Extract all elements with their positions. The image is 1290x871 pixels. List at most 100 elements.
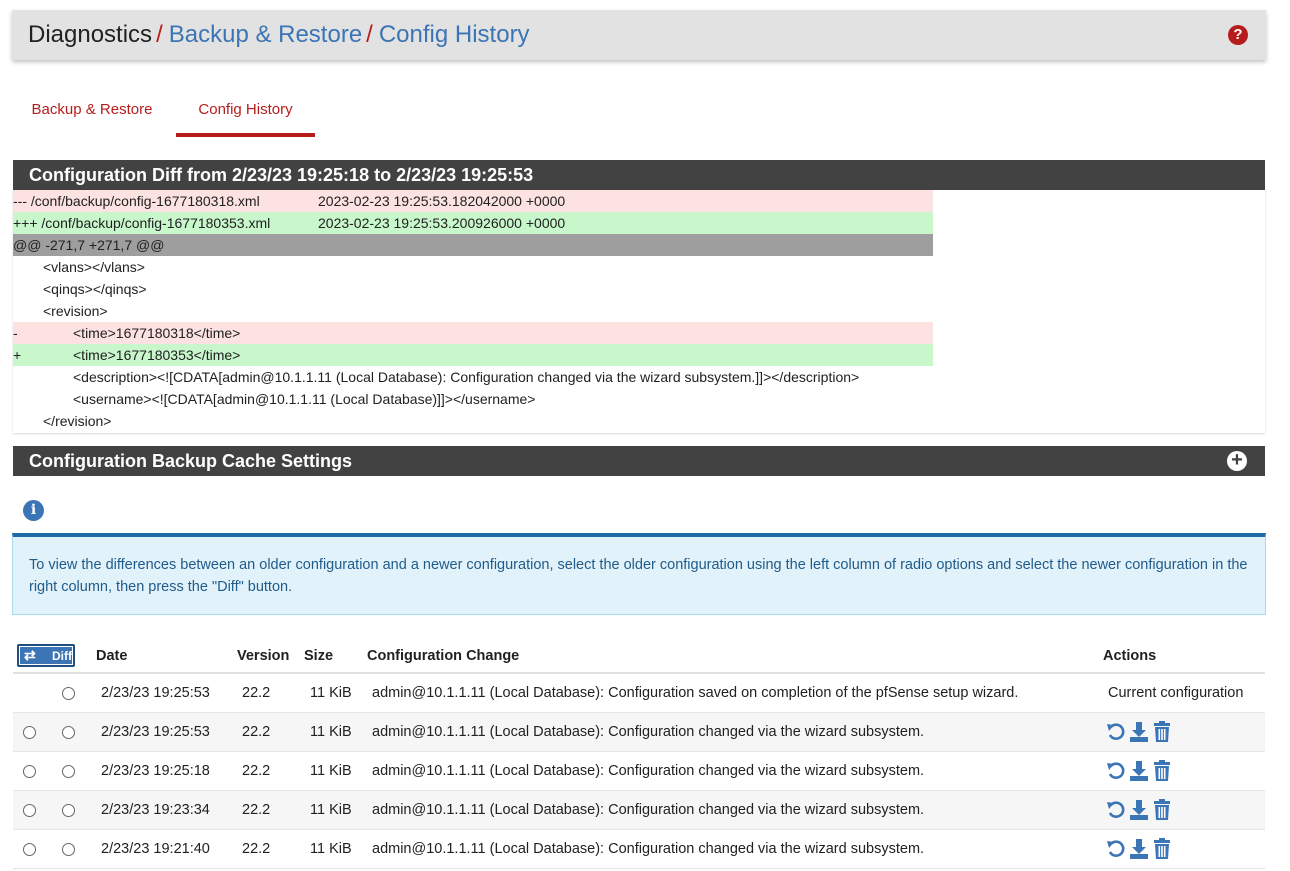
newer-radio[interactable] — [62, 843, 75, 856]
restore-icon[interactable] — [1106, 760, 1126, 782]
older-radio[interactable] — [23, 804, 36, 817]
breadcrumb-config-history[interactable]: Config History — [379, 21, 530, 49]
info-alert: To view the differences between an older… — [12, 533, 1266, 615]
row-date: 2/23/23 19:21:40 — [101, 841, 210, 857]
trash-icon[interactable] — [1152, 838, 1172, 860]
download-icon[interactable] — [1129, 721, 1149, 743]
breadcrumb-diagnostics: Diagnostics — [28, 21, 153, 48]
diff-old-file: --- /conf/backup/config-1677180318.xml — [13, 193, 260, 209]
newer-radio[interactable] — [62, 804, 75, 817]
breadcrumb-bar: Diagnostics / Backup & Restore / Config … — [12, 10, 1266, 60]
download-icon[interactable] — [1129, 760, 1149, 782]
header-version: Version — [237, 648, 290, 664]
diff-new-time: 2023-02-23 19:25:53.200926000 +0000 — [318, 215, 566, 231]
diff-old-time: 2023-02-23 19:25:53.182042000 +0000 — [318, 193, 566, 209]
info-circle-icon[interactable]: i — [23, 500, 44, 521]
table-row: 2/23/23 19:25:53 22.2 11 KiB admin@10.1.… — [13, 674, 1265, 713]
diff-context-line: <revision> — [13, 300, 933, 322]
row-actions — [1106, 838, 1176, 860]
newer-radio[interactable] — [62, 687, 75, 700]
row-date: 2/23/23 19:23:34 — [101, 802, 210, 818]
row-date: 2/23/23 19:25:18 — [101, 763, 210, 779]
diff-line-text: <time>1677180318</time> — [73, 325, 241, 341]
diff-line-text: <time>1677180353</time> — [73, 347, 241, 363]
diff-context-line: <username><![CDATA[admin@10.1.1.11 (Loca… — [13, 388, 933, 410]
exchange-icon: ⇄ — [24, 647, 36, 663]
diff-new-file-line: +++ /conf/backup/config-1677180353.xml 20… — [13, 212, 933, 234]
cache-settings-title: Configuration Backup Cache Settings — [29, 451, 353, 471]
newer-radio[interactable] — [62, 726, 75, 739]
breadcrumb-separator: / — [156, 21, 163, 48]
diff-context-line: <vlans></vlans> — [13, 256, 933, 278]
newer-radio[interactable] — [62, 765, 75, 778]
tab-backup-restore[interactable]: Backup & Restore — [12, 92, 172, 137]
row-change: admin@10.1.1.11 (Local Database): Config… — [372, 724, 925, 740]
row-size: 11 KiB — [310, 763, 352, 779]
row-change: admin@10.1.1.11 (Local Database): Config… — [372, 685, 1019, 701]
tab-config-history[interactable]: Config History — [176, 92, 315, 137]
download-icon[interactable] — [1129, 799, 1149, 821]
diff-new-file: +++ /conf/backup/config-1677180353.xml — [13, 215, 271, 231]
question-circle-icon[interactable]: ? — [1228, 25, 1248, 45]
table-row: 2/23/23 19:25:53 22.2 11 KiB admin@10.1.… — [13, 713, 1265, 752]
diff-context-line: <qinqs></qinqs> — [13, 278, 933, 300]
header-size: Size — [304, 648, 334, 664]
diff-line-text: <revision> — [43, 303, 108, 319]
diff-removed-marker: - — [13, 325, 18, 341]
row-size: 11 KiB — [310, 685, 352, 701]
row-size: 11 KiB — [310, 724, 352, 740]
row-version: 22.2 — [242, 685, 271, 701]
row-version: 22.2 — [242, 841, 271, 857]
restore-icon[interactable] — [1106, 838, 1126, 860]
diff-line-text: <description><![CDATA[admin@10.1.1.11 (L… — [73, 369, 860, 385]
diff-panel-body: --- /conf/backup/config-1677180318.xml 20… — [13, 190, 1265, 433]
older-radio[interactable] — [23, 765, 36, 778]
diff-button[interactable]: ⇄ Diff — [17, 644, 75, 667]
diff-line-text: <vlans></vlans> — [43, 259, 145, 275]
row-actions — [1106, 721, 1176, 743]
restore-icon[interactable] — [1106, 799, 1126, 821]
config-history-table: ⇄ Diff Date Version Size Configuration C… — [13, 640, 1265, 869]
breadcrumb-backup-restore[interactable]: Backup & Restore — [169, 21, 362, 49]
row-actions — [1106, 799, 1176, 821]
diff-context-line: </revision> — [13, 410, 933, 432]
older-radio[interactable] — [23, 843, 36, 856]
row-change: admin@10.1.1.11 (Local Database): Config… — [372, 841, 925, 857]
row-change: admin@10.1.1.11 (Local Database): Config… — [372, 763, 925, 779]
diff-added-line: + <time>1677180353</time> — [13, 344, 933, 366]
diff-hunk-header: @@ -271,7 +271,7 @@ — [13, 234, 933, 256]
header-date: Date — [96, 648, 128, 664]
table-row: 2/23/23 19:25:18 22.2 11 KiB admin@10.1.… — [13, 752, 1265, 791]
trash-icon[interactable] — [1152, 721, 1172, 743]
diff-line-text: <username><![CDATA[admin@10.1.1.11 (Loca… — [73, 391, 536, 407]
diff-button-label: Diff — [52, 649, 72, 663]
header-actions: Actions — [1103, 648, 1157, 664]
row-date: 2/23/23 19:25:53 — [101, 685, 210, 701]
cache-settings-panel-title: Configuration Backup Cache Settings + — [13, 446, 1265, 476]
table-row: 2/23/23 19:21:40 22.2 11 KiB admin@10.1.… — [13, 830, 1265, 869]
diff-context-line: <description><![CDATA[admin@10.1.1.11 (L… — [13, 366, 933, 388]
row-size: 11 KiB — [310, 802, 352, 818]
header-change: Configuration Change — [367, 648, 520, 664]
plus-circle-icon[interactable]: + — [1227, 450, 1247, 471]
diff-panel-title: Configuration Diff from 2/23/23 19:25:18… — [13, 160, 1265, 190]
row-actions — [1106, 760, 1176, 782]
row-version: 22.2 — [242, 763, 271, 779]
download-icon[interactable] — [1129, 838, 1149, 860]
row-date: 2/23/23 19:25:53 — [101, 724, 210, 740]
trash-icon[interactable] — [1152, 760, 1172, 782]
restore-icon[interactable] — [1106, 721, 1126, 743]
older-radio[interactable] — [23, 726, 36, 739]
row-change: admin@10.1.1.11 (Local Database): Config… — [372, 802, 925, 818]
table-header: ⇄ Diff Date Version Size Configuration C… — [13, 640, 1265, 674]
diff-line-text: </revision> — [43, 413, 112, 429]
trash-icon[interactable] — [1152, 799, 1172, 821]
table-row: 2/23/23 19:23:34 22.2 11 KiB admin@10.1.… — [13, 791, 1265, 830]
breadcrumb-separator: / — [366, 21, 373, 48]
row-version: 22.2 — [242, 724, 271, 740]
diff-old-file-line: --- /conf/backup/config-1677180318.xml 20… — [13, 190, 933, 212]
diff-removed-line: - <time>1677180318</time> — [13, 322, 933, 344]
current-configuration-label: Current configuration — [1108, 685, 1244, 701]
row-size: 11 KiB — [310, 841, 352, 857]
diff-added-marker: + — [13, 347, 22, 363]
